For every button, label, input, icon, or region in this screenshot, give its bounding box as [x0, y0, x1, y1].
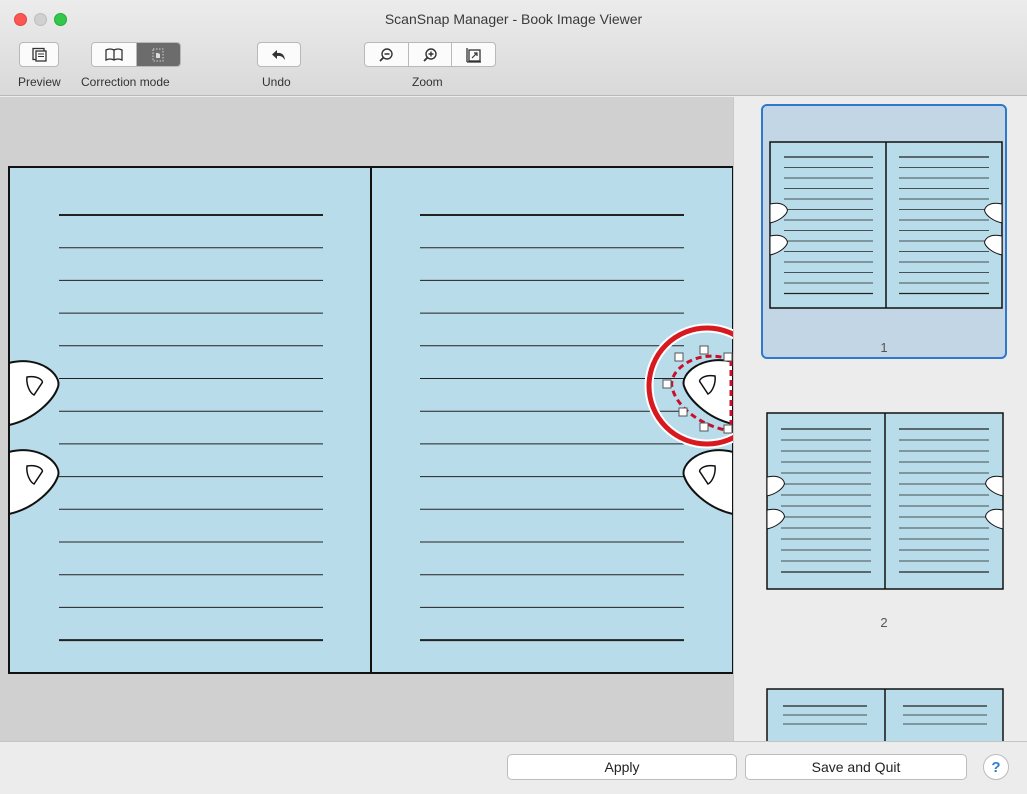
- thumbnail-page-2[interactable]: 2: [761, 405, 1007, 635]
- finger-correction-button[interactable]: [135, 43, 180, 66]
- apply-button[interactable]: Apply: [507, 754, 737, 780]
- undo-label: Undo: [262, 75, 291, 89]
- book-spread-image: [8, 166, 733, 674]
- fit-page-icon: [466, 47, 481, 63]
- page-viewer[interactable]: [0, 97, 733, 741]
- zoom-out-button[interactable]: [365, 43, 408, 66]
- zoom-in-icon: [423, 47, 437, 62]
- save-and-quit-button[interactable]: Save and Quit: [745, 754, 967, 780]
- preview-label: Preview: [18, 75, 61, 89]
- help-icon[interactable]: ?: [983, 754, 1009, 780]
- preview-button[interactable]: [19, 42, 59, 67]
- thumbnail-image: [766, 412, 1004, 590]
- zoom-in-button[interactable]: [407, 43, 452, 66]
- undo-arrow-icon: [272, 49, 285, 60]
- fit-page-button[interactable]: [451, 43, 495, 66]
- correction-mode-selector: [91, 42, 181, 67]
- book-icon: [105, 47, 123, 61]
- book-mode-button[interactable]: [92, 43, 136, 66]
- undo-button[interactable]: [257, 42, 301, 67]
- window-title: ScanSnap Manager - Book Image Viewer: [384, 11, 643, 27]
- thumbnail-pane[interactable]: 1 2: [733, 97, 1027, 741]
- finger-point-icon: [152, 48, 164, 61]
- titlebar: ScanSnap Manager - Book Image Viewer Pre…: [0, 0, 1027, 96]
- thumbnail-page-1[interactable]: 1: [761, 104, 1007, 359]
- book-image-viewer-window: ScanSnap Manager - Book Image Viewer Pre…: [0, 0, 1027, 794]
- bottom-bar: Apply Save and Quit ?: [0, 741, 1027, 794]
- thumbnail-image: [766, 688, 1004, 741]
- thumbnail-page-number: 2: [880, 615, 888, 630]
- zoom-label: Zoom: [412, 75, 443, 89]
- zoom-out-icon: [379, 47, 394, 62]
- thumbnail-page-number: 1: [880, 340, 888, 355]
- zoom-controls: [364, 42, 496, 67]
- thumbnail-image: [769, 141, 1003, 309]
- thumbnail-page-3[interactable]: [761, 682, 1007, 741]
- preview-icon: [32, 47, 47, 62]
- correction-mode-label: Correction mode: [81, 75, 170, 89]
